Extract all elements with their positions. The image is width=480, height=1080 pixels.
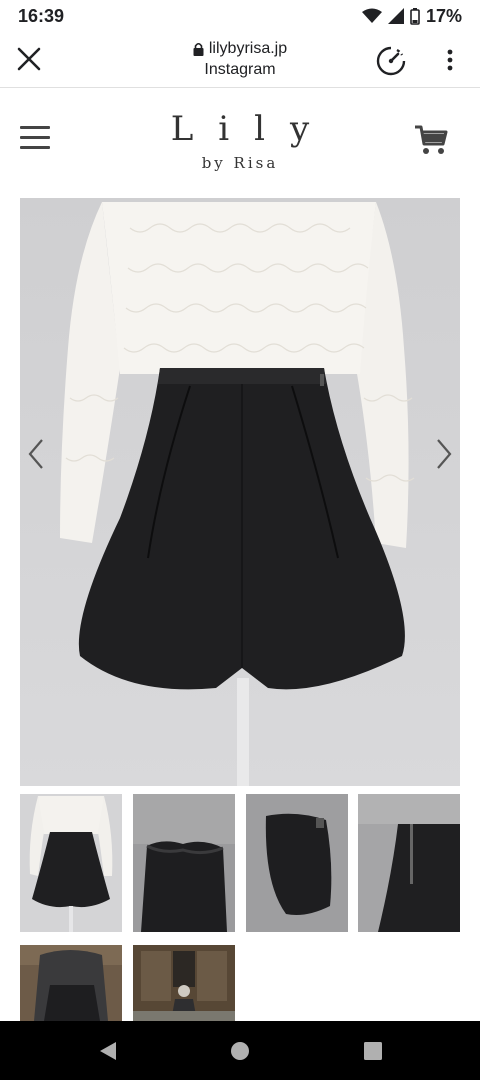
status-time: 16:39 xyxy=(18,5,65,26)
thumbnail-image xyxy=(20,945,122,1021)
chevron-right-icon[interactable] xyxy=(432,436,456,472)
logo-sub: by Risa xyxy=(201,154,279,172)
site-logo[interactable]: Lily by Risa xyxy=(140,110,340,172)
product-image[interactable] xyxy=(20,198,460,786)
thumbnail-image xyxy=(20,794,122,932)
thumbnail-5[interactable] xyxy=(20,945,122,1021)
thumbnail-image xyxy=(246,794,348,932)
battery-level: 17% xyxy=(425,5,462,26)
thumbnail-4[interactable] xyxy=(358,794,460,932)
thumbnail-3[interactable] xyxy=(246,794,348,932)
battery-icon xyxy=(410,7,420,25)
speedometer-icon[interactable] xyxy=(374,44,408,78)
status-bar: 16:39 17% xyxy=(0,0,480,32)
thumbnail-2[interactable] xyxy=(133,794,235,932)
lock-icon xyxy=(193,42,204,56)
thumbnail-1[interactable] xyxy=(20,794,122,932)
product-photo xyxy=(60,202,415,786)
thumbnail-6[interactable] xyxy=(133,945,235,1021)
url-text: lilybyrisa.jp xyxy=(208,40,288,57)
system-navigation-bar xyxy=(0,1021,480,1080)
page-source: Instagram xyxy=(204,61,276,78)
close-icon[interactable] xyxy=(14,44,44,74)
url-block[interactable]: lilybyrisa.jp Instagram xyxy=(120,38,360,80)
home-icon[interactable] xyxy=(228,1039,252,1063)
signal-icon xyxy=(387,8,404,24)
custom-tab-toolbar: lilybyrisa.jp Instagram xyxy=(0,32,480,88)
menu-icon[interactable] xyxy=(20,126,50,152)
more-vert-icon[interactable] xyxy=(438,46,462,74)
status-icons: 17% xyxy=(361,5,462,27)
thumbnail-image xyxy=(358,794,460,932)
chevron-left-icon[interactable] xyxy=(24,436,48,472)
logo-main: Lily xyxy=(170,109,335,149)
site-header: Lily by Risa xyxy=(0,88,480,196)
recents-icon[interactable] xyxy=(361,1039,385,1063)
wifi-icon xyxy=(361,8,382,23)
thumbnail-image xyxy=(133,794,235,932)
cart-icon[interactable] xyxy=(414,124,448,156)
thumbnail-image xyxy=(133,945,235,1021)
back-icon[interactable] xyxy=(96,1039,120,1063)
